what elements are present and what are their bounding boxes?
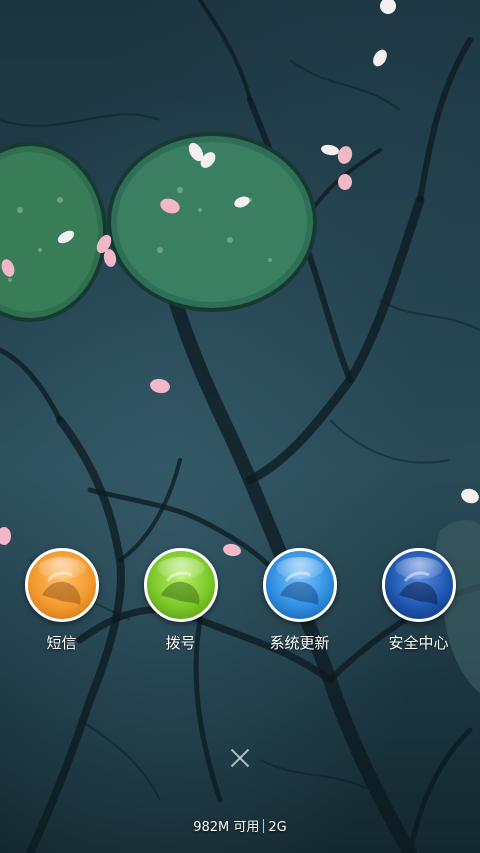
memory-status: 982M 可用 2G [0, 816, 480, 835]
dock-label-sms: 短信 [46, 634, 77, 652]
dock-item-security-center[interactable]: 安全中心 [364, 548, 474, 658]
dock-item-sms[interactable]: 短信 [7, 548, 117, 658]
dock-label-system-update: 系统更新 [269, 634, 330, 652]
dock-label-security-center: 安全中心 [388, 634, 449, 652]
quick-launch-dock: 短信 拨号 系统更新 安全中心 [0, 548, 480, 658]
memory-available-text: 982M 可用 [193, 820, 260, 835]
wallpaper-pond-image [0, 0, 480, 853]
status-divider [263, 819, 265, 833]
system-update-orb-icon[interactable] [262, 548, 337, 622]
sms-orb-icon[interactable] [24, 548, 99, 622]
security-center-orb-icon[interactable] [381, 548, 456, 622]
dock-item-system-update[interactable]: 系统更新 [245, 548, 355, 658]
dock-label-dialer: 拨号 [165, 634, 196, 652]
dialer-orb-icon[interactable] [143, 548, 218, 622]
close-icon[interactable] [228, 746, 252, 770]
network-type-text: 2G [268, 820, 287, 835]
dock-item-dialer[interactable]: 拨号 [126, 548, 236, 658]
